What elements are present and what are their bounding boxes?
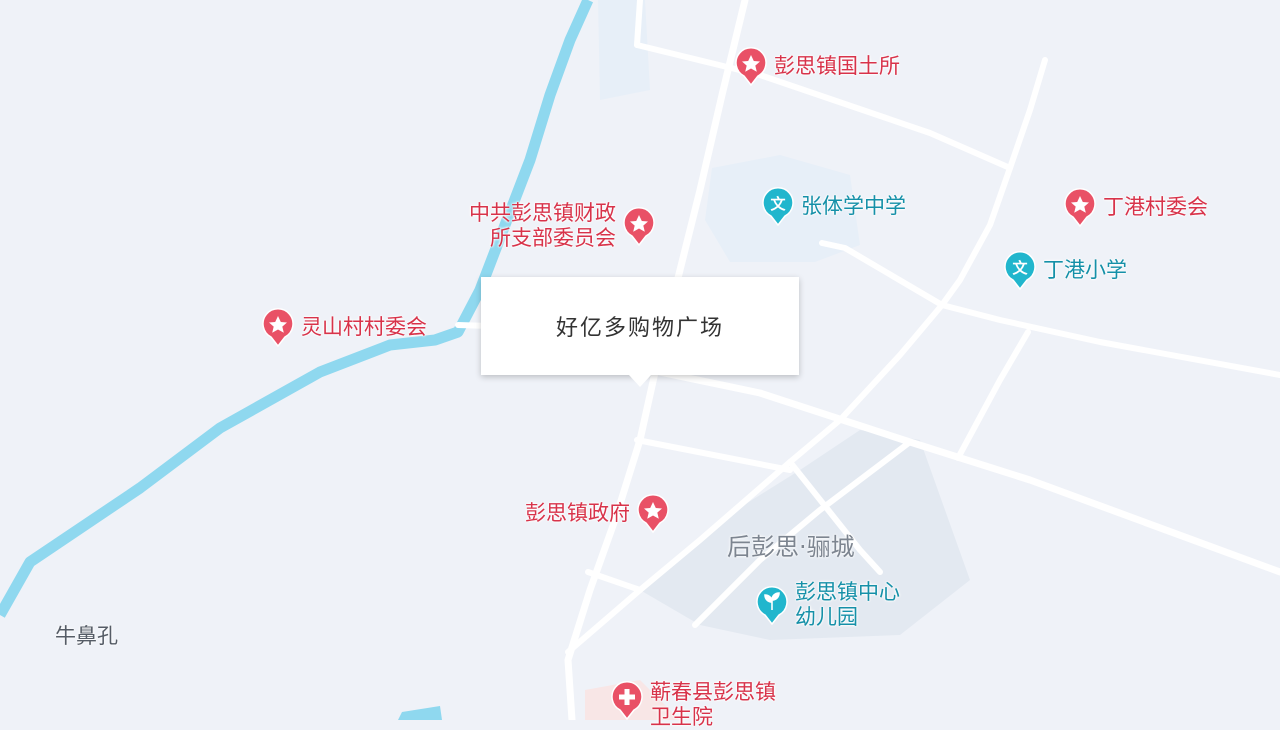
info-popup[interactable]: 好亿多购物广场	[481, 277, 799, 387]
government-star-icon	[1064, 188, 1096, 227]
poi-label: 丁港小学	[1043, 257, 1127, 282]
government-star-icon	[637, 494, 669, 533]
poi-lingshan-village[interactable]: 灵山村村委会	[261, 307, 427, 347]
school-icon: 文	[762, 187, 794, 226]
poi-label-line1: 彭思镇中心	[795, 580, 900, 604]
poi-label: 彭思镇政府	[525, 500, 630, 525]
poi-guotu[interactable]: 彭思镇国土所	[734, 46, 900, 86]
government-star-icon	[262, 308, 294, 347]
poi-label: 丁港村委会	[1103, 194, 1208, 219]
svg-text:文: 文	[770, 195, 786, 213]
poi-label-line2: 幼儿园	[795, 605, 858, 629]
kindergarten-sprout-icon	[756, 586, 788, 625]
poi-label-line1: 中共彭思镇财政	[469, 201, 616, 225]
poi-label-line2: 所支部委员会	[490, 226, 616, 250]
poi-label: 彭思镇国土所	[774, 53, 900, 78]
poi-zhangti-school[interactable]: 文 张体学中学	[761, 186, 906, 226]
poi-kindergarten[interactable]: 彭思镇中心 幼儿园	[755, 580, 900, 630]
poi-label-line2: 卫生院	[650, 705, 713, 729]
popup-title: 好亿多购物广场	[555, 316, 724, 341]
upper-light-area	[598, 0, 650, 100]
hospital-cross-icon	[611, 681, 643, 720]
poi-label-line1: 蕲春县彭思镇	[650, 680, 776, 704]
place-niubikong[interactable]: 牛鼻孔	[55, 620, 118, 650]
poi-label: 张体学中学	[801, 193, 906, 218]
government-star-icon	[623, 207, 655, 246]
place-houpengsi[interactable]: 后彭思·骊城	[727, 527, 855, 562]
poi-dinggang-primary[interactable]: 文 丁港小学	[1003, 250, 1127, 290]
poi-label: 灵山村村委会	[301, 314, 427, 339]
poi-caizheng[interactable]: 中共彭思镇财政 所支部委员会	[469, 201, 656, 251]
poi-dinggang-village[interactable]: 丁港村委会	[1063, 187, 1208, 227]
school-icon: 文	[1004, 251, 1036, 290]
government-star-icon	[735, 47, 767, 86]
svg-text:文: 文	[1012, 259, 1028, 277]
poi-town-government[interactable]: 彭思镇政府	[525, 493, 670, 533]
poi-health-center[interactable]: 蕲春县彭思镇 卫生院	[610, 680, 776, 730]
